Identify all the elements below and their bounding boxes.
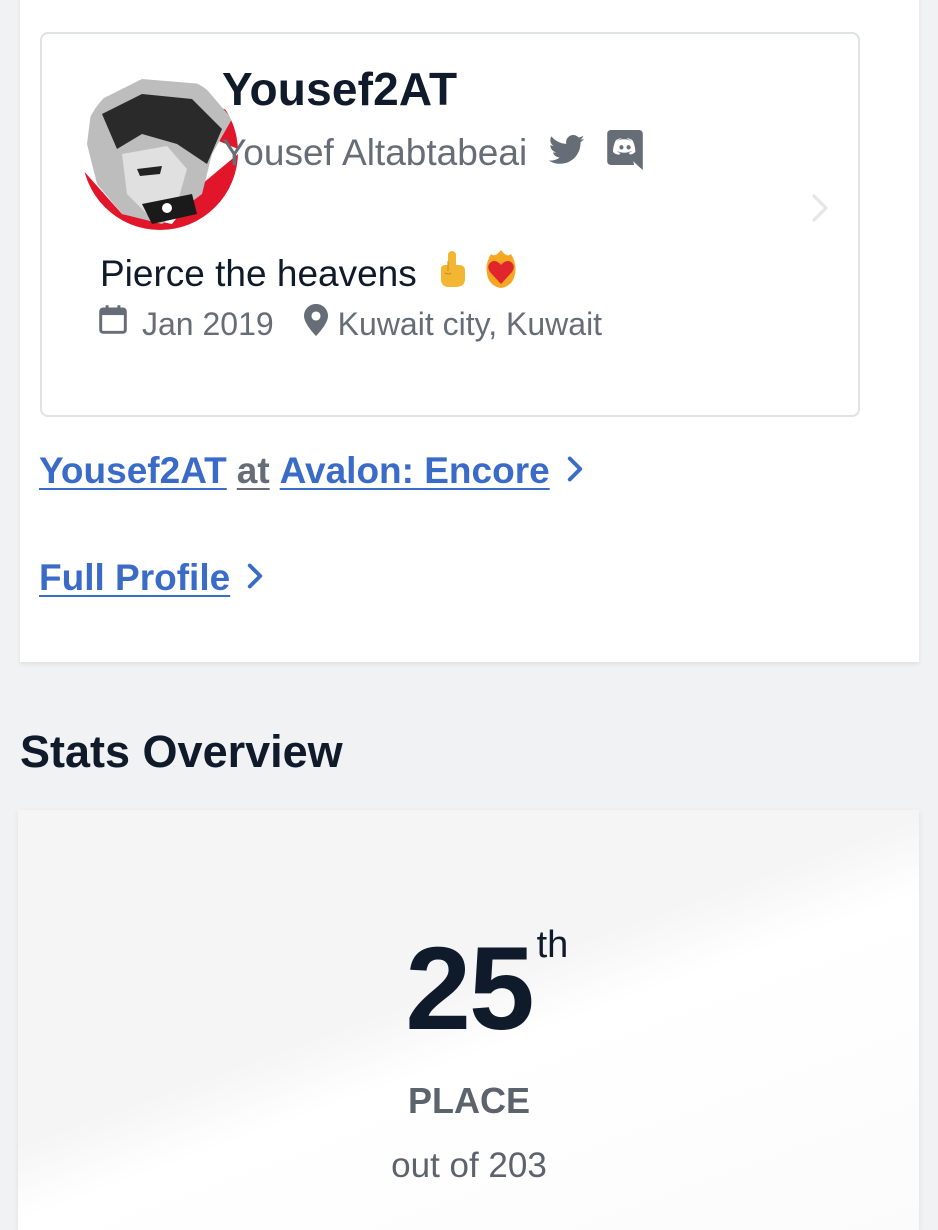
- profile-meta-row: Jan 2019 Kuwait city, Kuwait: [98, 304, 602, 344]
- twitter-icon[interactable]: [549, 135, 585, 170]
- profile-username: Yousef2AT: [222, 63, 458, 115]
- avatar-image: [82, 74, 238, 230]
- avatar[interactable]: [82, 74, 238, 230]
- chevron-right-icon[interactable]: [566, 450, 584, 492]
- profile-bio: Pierce the heavens: [100, 248, 521, 299]
- rank-number: 25th: [405, 926, 568, 1048]
- rank-display: 25th: [0, 926, 938, 1048]
- chevron-right-icon[interactable]: [246, 557, 264, 599]
- event-user-link[interactable]: Yousef2AT: [39, 450, 227, 492]
- location-pin-icon: [303, 304, 328, 344]
- heart-on-fire-icon: [481, 248, 521, 299]
- calendar-icon: [98, 304, 128, 344]
- joined-date: Jan 2019: [142, 305, 274, 342]
- profile-full-name: Yousef Altabtabeai: [222, 131, 528, 173]
- bio-text: Pierce the heavens: [100, 252, 417, 294]
- event-at-text: at: [236, 450, 270, 491]
- location-text: Kuwait city, Kuwait: [337, 305, 603, 342]
- full-name-row: Yousef Altabtabeai: [222, 130, 643, 175]
- chevron-right-icon[interactable]: [810, 192, 830, 229]
- full-profile-link[interactable]: Full Profile: [39, 557, 230, 599]
- rank-suffix: th: [536, 924, 569, 966]
- hand-index-up-icon: [435, 249, 469, 298]
- stats-overview-title: Stats Overview: [20, 726, 343, 777]
- event-link-row[interactable]: Yousef2AT at Avalon: Encore: [39, 450, 584, 492]
- participants-count: out of 203: [391, 1146, 547, 1185]
- event-name-link[interactable]: Avalon: Encore: [280, 450, 550, 492]
- rank-value: 25: [405, 923, 534, 1055]
- full-profile-link-row[interactable]: Full Profile: [39, 557, 264, 599]
- discord-icon[interactable]: [607, 130, 643, 175]
- place-label: PLACE: [407, 1080, 530, 1121]
